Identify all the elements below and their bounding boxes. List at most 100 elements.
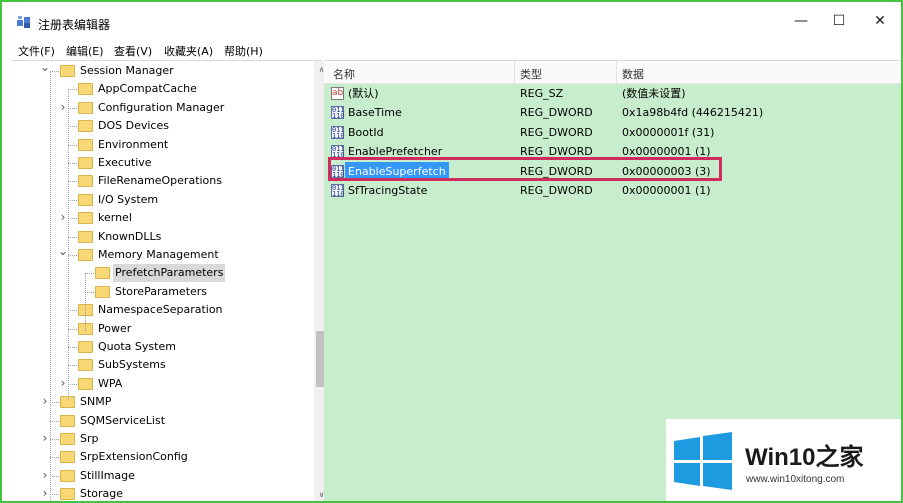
column-header-type[interactable]: 类型 [520, 66, 542, 82]
collapse-chevron-icon[interactable]: ⌄ [58, 242, 68, 260]
menu-file[interactable]: 文件(F) [18, 43, 55, 59]
windows-logo-icon [674, 432, 732, 490]
folder-icon [78, 212, 93, 225]
tree-guide-line [50, 402, 59, 404]
value-row[interactable]: ab (默认) REG_SZ (数值未设置) [324, 84, 901, 103]
tree-item[interactable]: › Storage [12, 484, 312, 501]
tree-guide-line [68, 236, 77, 238]
dword-value-icon: 011 110 [331, 106, 345, 121]
tree-guide-line [68, 383, 77, 385]
tree-item-label: StoreParameters [115, 284, 208, 298]
maximize-button[interactable]: ☐ [816, 8, 862, 34]
tree-item[interactable]: Environment [12, 136, 312, 154]
value-name: BaseTime [348, 106, 402, 120]
value-row[interactable]: 011 110 BootId REG_DWORD 0x0000001f (31) [324, 123, 901, 142]
tree-item-label: kernel [98, 211, 132, 225]
column-header-name[interactable]: 名称 [333, 66, 355, 82]
tree-item[interactable]: DOS Devices [12, 117, 312, 135]
tree-item[interactable]: Quota System [12, 338, 312, 356]
tree-item-label: Environment [98, 137, 169, 151]
menu-view[interactable]: 查看(V) [114, 43, 152, 59]
folder-icon [60, 414, 75, 427]
column-header-data[interactable]: 数据 [622, 66, 644, 82]
tree-item[interactable]: › StillImage [12, 467, 312, 485]
value-type: REG_DWORD [520, 184, 593, 197]
tree-item[interactable]: AppCompatCache [12, 80, 312, 98]
folder-icon [78, 377, 93, 390]
folder-icon [95, 267, 110, 280]
expand-chevron-icon[interactable]: › [58, 374, 68, 392]
collapse-chevron-icon[interactable]: ⌄ [40, 58, 50, 76]
tree-item-label: SubSystems [98, 358, 166, 372]
tree-item[interactable]: › Srp [12, 430, 312, 448]
tree-item[interactable]: SQMServiceList [12, 412, 312, 430]
tree-item[interactable]: › Configuration Manager [12, 99, 312, 117]
expand-chevron-icon[interactable]: › [40, 466, 50, 484]
tree-item[interactable]: Power [12, 320, 312, 338]
regedit-app-icon [17, 16, 30, 28]
folder-icon [60, 433, 75, 445]
tree-item-label: KnownDLLs [98, 229, 162, 243]
tree-item[interactable]: › kernel [12, 209, 312, 227]
tree-guide-line [68, 255, 77, 256]
tree-item-label: Srp [80, 432, 99, 445]
tree-item[interactable]: NamespaceSeparation [12, 301, 312, 319]
menu-edit[interactable]: 编辑(E) [66, 43, 104, 59]
key-tree-pane[interactable]: ⌄ Session Manager AppCompatCache › Configura… [12, 60, 329, 501]
folder-icon [78, 193, 93, 206]
folder-icon [78, 138, 93, 151]
value-name: SfTracingState [348, 184, 428, 197]
tree-item-label: SNMP [80, 395, 112, 409]
value-data: 0x1a98b4fd (446215421) [622, 106, 764, 120]
tree-item-label: Session Manager [80, 64, 174, 77]
column-divider[interactable] [514, 61, 515, 83]
expand-chevron-icon[interactable]: › [58, 208, 68, 226]
tree-item[interactable]: › WPA [12, 375, 312, 393]
watermark-brand: Win10之家 [745, 437, 863, 472]
tree-item[interactable]: SrpExtensionConfig [12, 448, 312, 466]
tree-item-label: Storage [80, 487, 124, 501]
expand-chevron-icon[interactable]: › [40, 484, 50, 501]
value-row[interactable]: 011 110 SfTracingState REG_DWORD 0x00000001 … [324, 181, 901, 200]
menu-help[interactable]: 帮助(H) [224, 43, 263, 59]
tree-item[interactable]: FileRenameOperations [12, 172, 312, 190]
value-data: 0x00000001 (1) [622, 184, 711, 197]
tree-item[interactable]: PrefetchParameters [12, 264, 312, 283]
folder-icon [78, 249, 93, 261]
expand-chevron-icon[interactable]: › [40, 429, 50, 447]
tree-item[interactable]: ⌄ Session Manager [12, 60, 312, 80]
tree-item-label: PrefetchParameters [113, 264, 226, 283]
title-bar[interactable]: 注册表编辑器 — ☐ ✕ [2, 2, 901, 40]
folder-icon [78, 175, 93, 188]
folder-icon [78, 341, 93, 353]
expand-chevron-icon[interactable]: › [58, 98, 68, 116]
tree-item[interactable]: SubSystems [12, 356, 312, 374]
tree-guide-line [50, 71, 51, 501]
tree-guide-line [68, 126, 77, 128]
menu-favorites[interactable]: 收藏夹(A) [164, 43, 213, 59]
close-button[interactable]: ✕ [857, 8, 901, 34]
tree-guide-line [68, 218, 77, 220]
tree-item[interactable]: Executive [12, 154, 312, 172]
tree-item[interactable]: StoreParameters [12, 283, 312, 301]
watermark-brand-en: Win10 [745, 444, 816, 471]
folder-icon [78, 359, 93, 372]
value-list-pane[interactable]: 名称 类型 数据 ab (默认) REG_SZ (数值未设置) 011 110 BaseTi… [324, 60, 901, 501]
value-type: REG_SZ [520, 87, 564, 100]
folder-icon [60, 488, 75, 501]
tree-guide-line [68, 89, 69, 399]
tree-item-label: DOS Devices [98, 119, 169, 133]
dword-value-icon: 011 110 [331, 184, 345, 198]
tree-item-label: FileRenameOperations [98, 174, 222, 188]
tree-item[interactable]: › SNMP [12, 393, 312, 411]
tree-guide-line [50, 420, 59, 422]
expand-chevron-icon[interactable]: › [40, 392, 50, 410]
column-divider[interactable] [616, 61, 617, 83]
tree-item[interactable]: KnownDLLs [12, 228, 312, 246]
tree-guide-line [68, 328, 77, 330]
tree-guide-line [85, 291, 94, 293]
value-row[interactable]: 011 110 BaseTime REG_DWORD 0x1a98b4fd (44621… [324, 103, 901, 122]
tree-item-label: I/O System [98, 192, 159, 206]
tree-item[interactable]: ⌄ Memory Management [12, 244, 312, 264]
tree-item[interactable]: I/O System [12, 191, 312, 209]
